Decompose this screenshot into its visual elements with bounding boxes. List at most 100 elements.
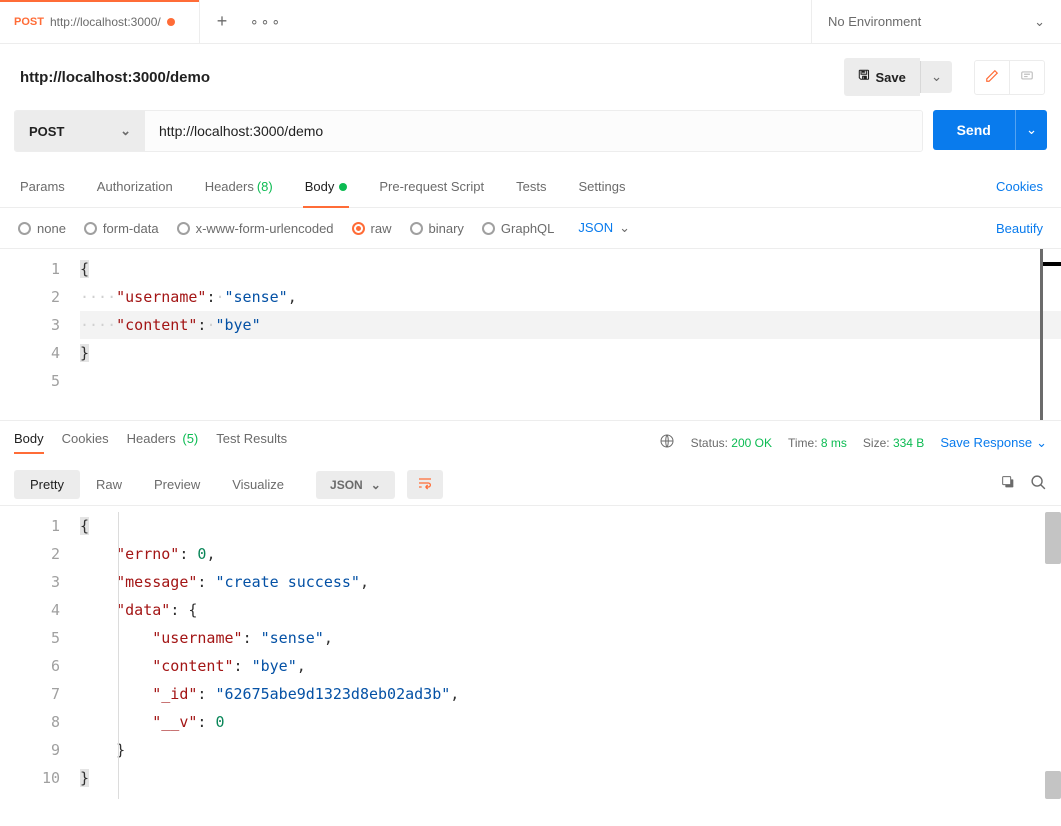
- view-pretty[interactable]: Pretty: [14, 470, 80, 499]
- comment-icon: [1020, 69, 1034, 83]
- body-active-dot-icon: [339, 183, 347, 191]
- response-view-tabs: Pretty Raw Preview Visualize: [14, 470, 300, 499]
- label: x-www-form-urlencoded: [196, 221, 334, 236]
- send-button[interactable]: Send: [933, 110, 1015, 150]
- headers-count: (5): [182, 431, 198, 446]
- view-visualize[interactable]: Visualize: [216, 470, 300, 499]
- radio-icon: [352, 222, 365, 235]
- comment-icon-button[interactable]: [1009, 61, 1044, 94]
- line-number: 4: [0, 339, 60, 367]
- tab-headers[interactable]: Headers (8): [203, 166, 275, 207]
- raw-format-select[interactable]: JSON ⌄: [578, 220, 630, 236]
- body-type-x-www-form-urlencoded[interactable]: x-www-form-urlencoded: [177, 221, 334, 236]
- radio-icon: [177, 222, 190, 235]
- pencil-icon: [985, 69, 999, 83]
- response-code-area[interactable]: { "errno": 0, "message": "create success…: [80, 506, 1061, 805]
- indent-guide: [118, 512, 119, 799]
- request-header-row: http://localhost:3000/demo 🖫 Save ⌄: [0, 44, 1061, 110]
- copy-icon[interactable]: [1000, 474, 1016, 496]
- chevron-down-icon: ⌄: [931, 69, 942, 84]
- time-value: 8 ms: [821, 436, 847, 450]
- tab-authorization[interactable]: Authorization: [95, 166, 175, 207]
- globe-icon[interactable]: [659, 433, 675, 452]
- cookies-link[interactable]: Cookies: [996, 179, 1043, 194]
- tab-method-label: POST: [14, 16, 44, 28]
- request-tab[interactable]: POST http://localhost:3000/: [0, 0, 200, 43]
- radio-icon: [18, 222, 31, 235]
- url-input[interactable]: [145, 111, 922, 151]
- response-header-row: Body Cookies Headers (5) Test Results St…: [0, 420, 1061, 460]
- overview-ruler: [1040, 249, 1043, 420]
- save-label: Save: [875, 70, 905, 85]
- request-subtabs: Params Authorization Headers (8) Body Pr…: [0, 166, 1061, 208]
- request-code-area[interactable]: { ····"username":·"sense", ····"content"…: [80, 249, 1061, 420]
- response-body-editor[interactable]: 1 2 3 4 5 6 7 8 9 10 { "errno": 0, "mess…: [0, 505, 1061, 805]
- response-tab-body[interactable]: Body: [14, 431, 44, 454]
- send-dropdown-button[interactable]: ⌄: [1015, 110, 1047, 150]
- json-key: "content": [116, 316, 197, 334]
- request-gutter: 1 2 3 4 5: [0, 249, 80, 420]
- response-gutter: 1 2 3 4 5 6 7 8 9 10: [0, 506, 80, 805]
- status-label: Status:: [691, 436, 728, 450]
- radio-icon: [410, 222, 423, 235]
- body-type-graphql[interactable]: GraphQL: [482, 221, 554, 236]
- line-number: 1: [0, 512, 60, 540]
- save-button[interactable]: 🖫 Save: [844, 58, 919, 96]
- json-key: "__v": [152, 713, 197, 731]
- label: GraphQL: [501, 221, 554, 236]
- line-number: 1: [0, 255, 60, 283]
- environment-label: No Environment: [828, 14, 921, 29]
- label: raw: [371, 221, 392, 236]
- response-tab-cookies[interactable]: Cookies: [62, 431, 109, 454]
- request-name: http://localhost:3000/demo: [20, 69, 832, 86]
- radio-icon: [482, 222, 495, 235]
- tabs-strip: POST http://localhost:3000/ + ∘∘∘ No Env…: [0, 0, 1061, 44]
- request-body-editor[interactable]: 1 2 3 4 5 { ····"username":·"sense", ···…: [0, 248, 1061, 420]
- save-response-link[interactable]: Save Response ⌄: [940, 435, 1047, 451]
- tab-settings[interactable]: Settings: [576, 166, 627, 207]
- tab-overflow-button[interactable]: ∘∘∘: [244, 0, 288, 43]
- response-tab-test-results[interactable]: Test Results: [216, 431, 287, 454]
- response-format-select[interactable]: JSON ⌄: [316, 471, 395, 499]
- share-group: [974, 60, 1045, 95]
- body-type-form-data[interactable]: form-data: [84, 221, 159, 236]
- line-number: 8: [0, 708, 60, 736]
- json-string: "sense": [261, 629, 324, 647]
- chevron-down-icon: ⌄: [1036, 435, 1047, 451]
- new-tab-button[interactable]: +: [200, 0, 244, 43]
- chevron-down-icon: ⌄: [1034, 14, 1045, 30]
- tab-tests[interactable]: Tests: [514, 166, 548, 207]
- wrap-icon: [417, 476, 433, 490]
- save-icon: 🖫: [858, 66, 869, 88]
- line-number: 7: [0, 680, 60, 708]
- url-row: POST ⌄ Send ⌄: [0, 110, 1061, 166]
- tab-params[interactable]: Params: [18, 166, 67, 207]
- label: none: [37, 221, 66, 236]
- http-method-select[interactable]: POST ⌄: [15, 111, 145, 151]
- response-action-icons: [1000, 474, 1047, 496]
- line-number: 6: [0, 652, 60, 680]
- body-type-binary[interactable]: binary: [410, 221, 464, 236]
- body-type-none[interactable]: none: [18, 221, 66, 236]
- scrollbar-thumb-bottom[interactable]: [1045, 771, 1061, 799]
- environment-selector[interactable]: No Environment ⌄: [811, 0, 1061, 43]
- beautify-link[interactable]: Beautify: [996, 221, 1043, 236]
- send-group: Send ⌄: [933, 110, 1047, 152]
- edit-icon-button[interactable]: [975, 61, 1009, 94]
- headers-count: (8): [257, 179, 273, 194]
- wrap-lines-button[interactable]: [407, 470, 443, 499]
- save-dropdown-button[interactable]: ⌄: [920, 61, 952, 93]
- view-raw[interactable]: Raw: [80, 470, 138, 499]
- url-group: POST ⌄: [14, 110, 923, 152]
- line-number: 5: [0, 624, 60, 652]
- tab-body[interactable]: Body: [303, 166, 350, 207]
- response-tab-headers[interactable]: Headers (5): [127, 431, 199, 454]
- scrollbar-thumb[interactable]: [1045, 512, 1061, 564]
- view-preview[interactable]: Preview: [138, 470, 216, 499]
- body-type-row: none form-data x-www-form-urlencoded raw…: [0, 208, 1061, 248]
- tab-prerequest[interactable]: Pre-request Script: [377, 166, 486, 207]
- line-number: 2: [0, 540, 60, 568]
- json-string: "create success": [215, 573, 360, 591]
- search-icon[interactable]: [1030, 474, 1047, 496]
- body-type-raw[interactable]: raw: [352, 221, 392, 236]
